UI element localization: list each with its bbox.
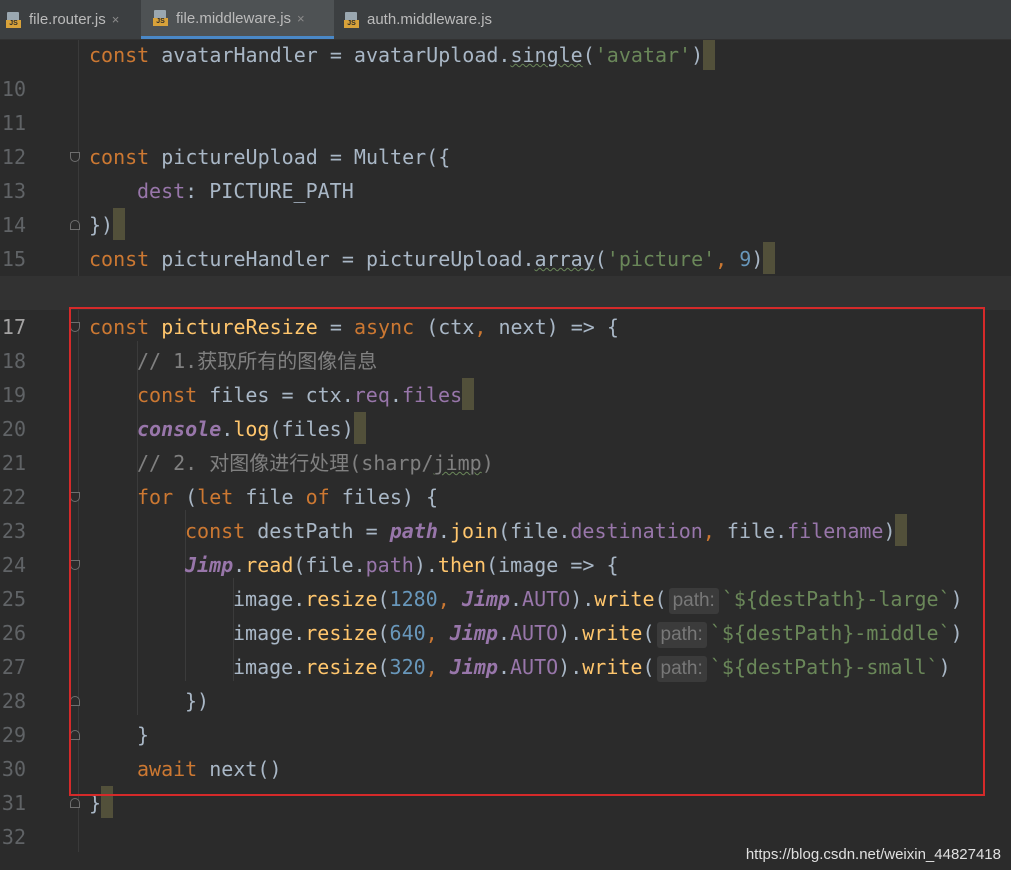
code-line: 31 await next()	[0, 752, 1011, 815]
code-line: 18 const pictureResize = async (ctx, nex…	[0, 310, 1011, 373]
code-editor[interactable]: 10 const avatarHandler = avatarUpload.si…	[0, 40, 1011, 870]
tab-label: auth.middleware.js	[367, 11, 493, 28]
comment-text: // 1.获取所有的图像信息	[137, 349, 378, 373]
parameter-hint: path:	[656, 656, 707, 682]
code-line: 16 const pictureHandler = pictureUpload.…	[0, 242, 1011, 305]
brace-highlight	[462, 378, 475, 410]
code-line: 22 // 2. 对图像进行处理(sharp/jimp)	[0, 446, 1011, 509]
code-line: 11	[0, 72, 1011, 135]
watermark: https://blog.csdn.net/weixin_44827418	[745, 846, 1001, 863]
brace-highlight	[113, 208, 126, 240]
code-text: for (let file of files) {	[137, 485, 439, 509]
code-line: 19 // 1.获取所有的图像信息	[0, 344, 1011, 407]
code-line: 27 image.resize(640, Jimp.AUTO).write(pa…	[0, 616, 1011, 679]
code-line: 25 Jimp.read(file.path).then(image => {	[0, 548, 1011, 611]
code-line: 12	[0, 106, 1011, 169]
tab-file-middleware[interactable]: JS file.middleware.js ×	[141, 0, 334, 39]
current-line: 17	[0, 276, 1011, 339]
tab-file-router[interactable]: JS file.router.js ×	[0, 0, 141, 39]
code-text: const avatarHandler = avatarUpload.singl…	[89, 40, 716, 72]
code-text: const pictureResize = async (ctx, next) …	[89, 315, 619, 339]
fold-marker-icon[interactable]	[70, 152, 80, 162]
code-text: }	[89, 786, 114, 820]
code-text: dest: PICTURE_PATH	[137, 179, 354, 203]
js-file-icon: JS	[153, 10, 169, 26]
fold-marker-icon[interactable]	[70, 696, 80, 706]
code-line: 23 for (let file of files) {	[0, 480, 1011, 543]
comment-text: // 2. 对图像进行处理(sharp/jimp)	[137, 451, 494, 475]
code-text: const pictureUpload = Multer({	[89, 145, 451, 169]
fold-marker-icon[interactable]	[70, 322, 80, 332]
tab-label: file.middleware.js	[176, 9, 292, 27]
code-line: 30 }	[0, 718, 1011, 781]
code-line: 29 })	[0, 684, 1011, 747]
code-line: 10 const avatarHandler = avatarUpload.si…	[0, 40, 1011, 101]
code-line: 13 const pictureUpload = Multer({	[0, 140, 1011, 203]
code-line: 24 const destPath = path.join(file.desti…	[0, 514, 1011, 577]
tab-label: file.router.js	[29, 11, 106, 28]
editor-tab-bar: JS file.router.js × JS file.middleware.j…	[0, 0, 1011, 40]
fold-marker-icon[interactable]	[70, 798, 80, 808]
parameter-hint: path:	[656, 622, 707, 648]
tab-auth-middleware[interactable]: JS auth.middleware.js	[334, 0, 524, 39]
code-text: Jimp.read(file.path).then(image => {	[185, 553, 619, 577]
code-line: 14 dest: PICTURE_PATH	[0, 174, 1011, 237]
fold-marker-icon[interactable]	[70, 560, 80, 570]
code-line: 26 image.resize(1280, Jimp.AUTO).write(p…	[0, 582, 1011, 645]
js-file-icon: JS	[6, 11, 22, 28]
code-text: await next()	[137, 757, 282, 781]
brace-highlight	[101, 786, 114, 818]
code-text: console.log(files)	[137, 412, 366, 446]
brace-highlight	[703, 40, 716, 70]
code-line: 21 console.log(files)	[0, 412, 1011, 475]
brace-highlight	[895, 514, 908, 546]
close-icon[interactable]: ×	[297, 11, 305, 26]
fold-marker-icon[interactable]	[70, 730, 80, 740]
code-text: }	[137, 723, 150, 747]
close-icon[interactable]: ×	[112, 12, 120, 27]
code-text: const destPath = path.join(file.destinat…	[185, 514, 908, 548]
code-text: })	[89, 208, 126, 242]
parameter-hint: path:	[668, 588, 719, 614]
code-line: 32 }	[0, 786, 1011, 849]
code-line: 15 })	[0, 208, 1011, 271]
code-text: image.resize(320, Jimp.AUTO).write(path:…	[233, 650, 951, 684]
code-line: 20 const files = ctx.req.files	[0, 378, 1011, 441]
fold-marker-icon[interactable]	[70, 492, 80, 502]
code-text: image.resize(640, Jimp.AUTO).write(path:…	[233, 616, 963, 650]
fold-marker-icon[interactable]	[70, 220, 80, 230]
brace-highlight	[353, 412, 366, 444]
brace-highlight	[763, 242, 776, 274]
code-text: image.resize(1280, Jimp.AUTO).write(path…	[233, 582, 963, 616]
js-file-icon: JS	[344, 11, 360, 28]
code-text: const files = ctx.req.files	[137, 378, 475, 412]
code-line: 28 image.resize(320, Jimp.AUTO).write(pa…	[0, 650, 1011, 713]
code-text: })	[185, 689, 210, 713]
code-text: const pictureHandler = pictureUpload.arr…	[89, 242, 776, 276]
